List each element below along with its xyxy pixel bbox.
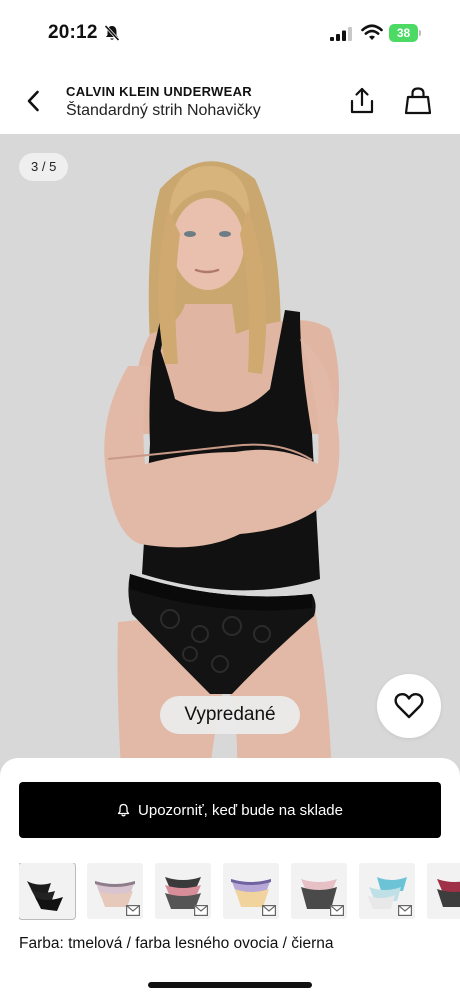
battery-indicator: 38 [389, 24, 421, 42]
heart-icon [394, 692, 424, 719]
status-time: 20:12 [48, 22, 98, 43]
selected-color-label: Farba: tmelová / farba lesného ovocia / … [19, 935, 334, 952]
variant-image [19, 863, 75, 919]
back-button[interactable] [20, 86, 46, 116]
color-variant-thumbnail[interactable] [291, 863, 347, 919]
color-variant-thumbnail[interactable] [359, 863, 415, 919]
product-title: Štandardný strih Nohavičky [66, 102, 261, 119]
image-counter: 3 / 5 [19, 153, 69, 181]
wifi-icon [361, 24, 383, 40]
mail-icon [126, 905, 140, 916]
color-variant-thumbnail[interactable] [87, 863, 143, 919]
battery-tip [419, 30, 421, 36]
product-image-gallery[interactable]: 3 / 5 Vypredané [0, 134, 460, 784]
favorite-button[interactable] [377, 674, 441, 738]
bell-icon [117, 803, 130, 817]
cellular-signal-icon [330, 27, 352, 41]
home-indicator [148, 982, 312, 988]
bell-off-icon [104, 24, 120, 42]
mail-icon [398, 905, 412, 916]
mail-icon [194, 905, 208, 916]
share-icon[interactable] [348, 86, 376, 116]
brand-name: CALVIN KLEIN UNDERWEAR [66, 84, 252, 99]
sold-out-badge: Vypredané [160, 696, 300, 734]
color-variant-thumbnail[interactable] [155, 863, 211, 919]
status-bar: 20:12 38 [0, 0, 460, 68]
variant-image [427, 863, 460, 919]
color-variant-thumbnail[interactable] [223, 863, 279, 919]
purchase-sheet: Upozorniť, keď bude na sklade Farba: tme… [0, 758, 460, 997]
mail-icon [262, 905, 276, 916]
color-variant-list [19, 863, 460, 921]
notify-when-in-stock-button[interactable]: Upozorniť, keď bude na sklade [19, 782, 441, 838]
product-header: CALVIN KLEIN UNDERWEAR Štandardný strih … [0, 68, 460, 134]
mail-icon [330, 905, 344, 916]
battery-level: 38 [389, 24, 418, 42]
chevron-left-icon [27, 90, 39, 112]
shopping-bag-icon[interactable] [403, 86, 433, 116]
notify-button-label: Upozorniť, keď bude na sklade [138, 801, 343, 819]
color-variant-thumbnail[interactable] [427, 863, 460, 919]
color-variant-thumbnail[interactable] [19, 863, 76, 920]
